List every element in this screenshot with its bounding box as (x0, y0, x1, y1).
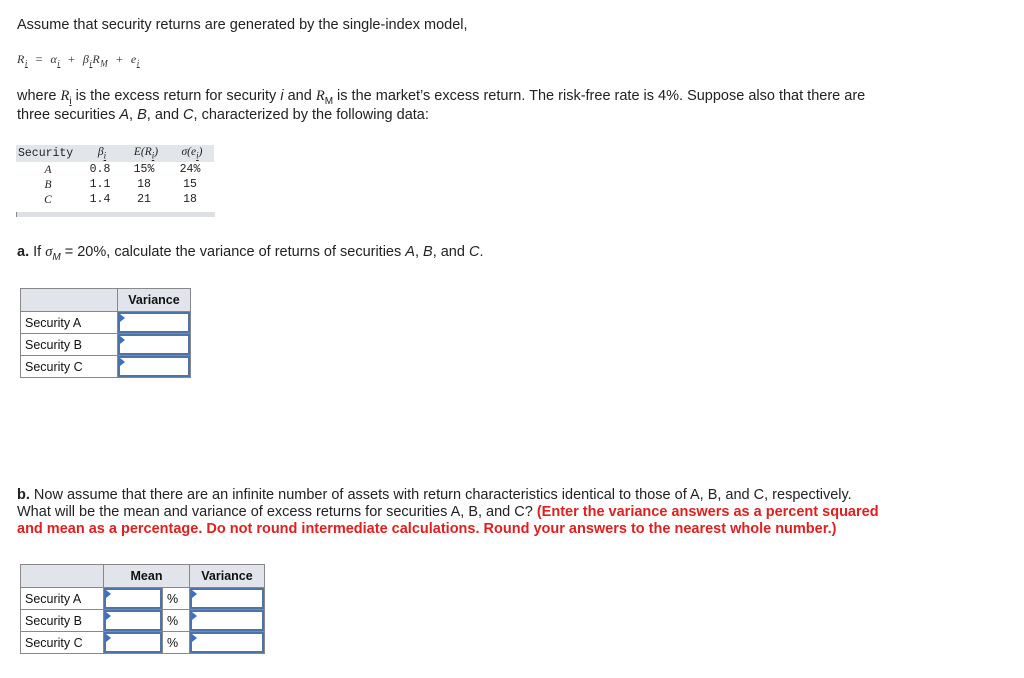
part-a-answer-table: Variance Security A Security B Security … (20, 288, 191, 378)
table-row: Security B % (20, 609, 265, 632)
security-b-variance-input[interactable] (118, 334, 190, 355)
table-row: Security C (20, 355, 191, 378)
row-label: Security B (20, 333, 118, 356)
part-b-answer-table: Mean Variance Security A % Security B % … (20, 564, 265, 654)
table-row: Security B (20, 333, 191, 356)
data-table-row: A 0.8 15% 24% (44, 163, 201, 176)
data-table-header: Security βi E(Ri) σ(ei) (16, 145, 214, 162)
security-c-variance-input[interactable] (190, 632, 264, 653)
percent-unit: % (162, 587, 190, 610)
variance-header: Variance (117, 288, 191, 312)
row-label: Security A (20, 311, 118, 334)
row-label: Security B (20, 609, 104, 632)
row-label: Security C (20, 355, 118, 378)
blank-header (20, 564, 104, 588)
table-row: Security A % (20, 587, 265, 610)
horizontal-scrollbar[interactable] (16, 212, 215, 217)
security-b-mean-input[interactable] (104, 610, 162, 631)
data-table-row: B 1.1 18 15 (44, 178, 197, 191)
instruction-text: (Enter the variance answers as a percent… (536, 504, 879, 520)
percent-unit: % (162, 631, 190, 654)
table-row: Security C % (20, 631, 265, 654)
table-row: Security A (20, 311, 191, 334)
percent-unit: % (162, 609, 190, 632)
mean-header: Mean (103, 564, 190, 588)
part-a-question: a. If σM = 20%, calculate the variance o… (17, 244, 484, 263)
single-index-equation: Ri = αi + βiRM + ei (17, 52, 140, 69)
intro-text: Assume that security returns are generat… (17, 17, 468, 33)
security-a-mean-input[interactable] (104, 588, 162, 609)
security-a-variance-input[interactable] (118, 312, 190, 333)
data-table-row: C 1.4 21 18 (44, 193, 197, 206)
security-b-variance-input[interactable] (190, 610, 264, 631)
security-data-table: Security βi E(Ri) σ(ei) A 0.8 15% 24% B … (16, 145, 214, 207)
security-a-variance-input[interactable] (190, 588, 264, 609)
row-label: Security C (20, 631, 104, 654)
row-label: Security A (20, 587, 104, 610)
where-text-line2: three securities A, B, and C, characteri… (17, 107, 429, 123)
instruction-text-line3: and mean as a percentage. Do not round i… (17, 521, 837, 537)
security-c-mean-input[interactable] (104, 632, 162, 653)
blank-header (20, 288, 118, 312)
security-c-variance-input[interactable] (118, 356, 190, 377)
variance-header: Variance (189, 564, 265, 588)
